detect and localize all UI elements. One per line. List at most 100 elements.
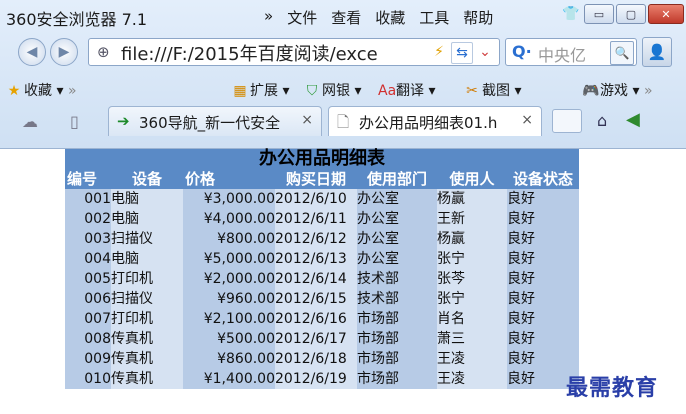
close-icon[interactable]: × bbox=[521, 112, 533, 128]
grid-icon: ▦ bbox=[233, 83, 247, 99]
column-header-status: 设备状态 bbox=[507, 169, 579, 189]
cell-department: 办公室 bbox=[357, 229, 437, 249]
cell-purchase-date: 2012/6/14 bbox=[275, 269, 357, 289]
search-input[interactable]: 中央亿 bbox=[538, 42, 608, 66]
user-icon: 👤 bbox=[647, 43, 667, 61]
chevron-down-icon[interactable]: ⌄ bbox=[475, 42, 495, 62]
search-engine-icon[interactable]: Q· bbox=[512, 42, 532, 61]
cell-department: 办公室 bbox=[357, 209, 437, 229]
menu-more-icon[interactable]: » bbox=[264, 7, 273, 28]
maximize-button[interactable]: ▢ bbox=[616, 4, 646, 24]
table-row: 010 传真机 ¥1,400.00 2012/6/19 市场部 王凌 良好 bbox=[65, 369, 579, 389]
table-title: 办公用品明细表 bbox=[65, 149, 579, 169]
cell-department: 市场部 bbox=[357, 329, 437, 349]
tab-360-navigation[interactable]: ➔ 360导航_新一代安全 × bbox=[108, 106, 322, 136]
cell-id: 008 bbox=[65, 329, 111, 349]
cell-status: 良好 bbox=[507, 209, 579, 229]
tab-bar: ☁ ▯ ➔ 360导航_新一代安全 × 🗋 办公用品明细表01.h × ⌂ ◀ bbox=[0, 103, 686, 137]
online-banking-menu[interactable]: ⛉ 网银 ▾ bbox=[304, 80, 362, 100]
menu-item-help[interactable]: 帮助 bbox=[463, 7, 493, 28]
translate-menu[interactable]: Aa翻译 ▾ bbox=[378, 80, 435, 100]
close-icon[interactable]: × bbox=[301, 112, 313, 128]
cell-department: 办公室 bbox=[357, 189, 437, 209]
cell-status: 良好 bbox=[507, 309, 579, 329]
cell-purchase-date: 2012/6/18 bbox=[275, 349, 357, 369]
url-text[interactable]: file:///F:/2015年百度阅读/exce bbox=[121, 40, 421, 66]
cell-id: 007 bbox=[65, 309, 111, 329]
address-bar[interactable]: ⊕ file:///F:/2015年百度阅读/exce ⚡ ⇆ ⌄ bbox=[88, 38, 500, 66]
search-box[interactable]: Q· 中央亿 🔍 bbox=[505, 38, 637, 66]
favorites-menu[interactable]: ★ 收藏 ▾ » bbox=[6, 80, 77, 100]
column-header-user: 使用人 bbox=[437, 169, 507, 189]
arrow-right-icon: ▶ bbox=[58, 44, 70, 60]
table-row: 008 传真机 ¥500.00 2012/6/17 市场部 萧三 良好 bbox=[65, 329, 579, 349]
compat-mode-icon[interactable]: ⇆ bbox=[451, 42, 473, 64]
scissors-icon: ✂ bbox=[466, 83, 478, 99]
cell-purchase-date: 2012/6/17 bbox=[275, 329, 357, 349]
title-bar: 360安全浏览器 7.1 » 文件 查看 收藏 工具 帮助 👕 ▭ ▢ ✕ bbox=[0, 0, 686, 32]
cell-status: 良好 bbox=[507, 189, 579, 209]
mobile-icon[interactable]: ▯ bbox=[70, 112, 79, 131]
table-row: 004 电脑 ¥5,000.00 2012/6/13 办公室 张宁 良好 bbox=[65, 249, 579, 269]
close-button[interactable]: ✕ bbox=[648, 4, 684, 24]
undo-arrow-icon[interactable]: ◀ bbox=[626, 109, 640, 130]
menu-item-tools[interactable]: 工具 bbox=[419, 7, 449, 28]
games-menu[interactable]: 🎮游戏 ▾ » bbox=[582, 80, 653, 100]
cell-user: 杨赢 bbox=[437, 189, 507, 209]
browser-chrome: 360安全浏览器 7.1 » 文件 查看 收藏 工具 帮助 👕 ▭ ▢ ✕ ◀ … bbox=[0, 0, 686, 149]
table-row: 001 电脑 ¥3,000.00 2012/6/10 办公室 杨赢 良好 bbox=[65, 189, 579, 209]
column-header-department: 使用部门 bbox=[357, 169, 437, 189]
cell-purchase-date: 2012/6/11 bbox=[275, 209, 357, 229]
back-button[interactable]: ◀ bbox=[18, 38, 46, 66]
cell-status: 良好 bbox=[507, 249, 579, 269]
extensions-menu[interactable]: ▦ 扩展 ▾ bbox=[232, 80, 289, 100]
cell-price: ¥800.00 bbox=[183, 229, 275, 249]
cell-price: ¥2,100.00 bbox=[183, 309, 275, 329]
lightning-icon[interactable]: ⚡ bbox=[429, 42, 449, 62]
globe-icon: ⊕ bbox=[97, 43, 110, 61]
cell-user: 萧三 bbox=[437, 329, 507, 349]
cell-id: 005 bbox=[65, 269, 111, 289]
menu-item-favorites[interactable]: 收藏 bbox=[375, 7, 405, 28]
search-button[interactable]: 🔍 bbox=[610, 41, 634, 65]
new-tab-button[interactable] bbox=[552, 109, 582, 133]
table-row: 006 扫描仪 ¥960.00 2012/6/15 技术部 张宁 良好 bbox=[65, 289, 579, 309]
shirt-icon[interactable]: 👕 bbox=[562, 6, 579, 22]
tab-label: 360导航_新一代安全 bbox=[139, 114, 281, 132]
cell-id: 009 bbox=[65, 349, 111, 369]
translate-icon: Aa bbox=[378, 83, 397, 99]
account-button[interactable]: 👤 bbox=[642, 37, 672, 67]
cell-price: ¥4,000.00 bbox=[183, 209, 275, 229]
cell-user: 杨赢 bbox=[437, 229, 507, 249]
minimize-button[interactable]: ▭ bbox=[584, 4, 614, 24]
cell-department: 市场部 bbox=[357, 309, 437, 329]
forward-button[interactable]: ▶ bbox=[50, 38, 78, 66]
cell-user: 张芩 bbox=[437, 269, 507, 289]
cell-device: 电脑 bbox=[111, 249, 183, 269]
cell-status: 良好 bbox=[507, 289, 579, 309]
cell-purchase-date: 2012/6/13 bbox=[275, 249, 357, 269]
cell-device: 电脑 bbox=[111, 209, 183, 229]
cell-status: 良好 bbox=[507, 349, 579, 369]
cell-device: 传真机 bbox=[111, 369, 183, 389]
cell-department: 技术部 bbox=[357, 269, 437, 289]
cloud-icon[interactable]: ☁ bbox=[22, 112, 38, 131]
cell-id: 010 bbox=[65, 369, 111, 389]
table-row: 007 打印机 ¥2,100.00 2012/6/16 市场部 肖名 良好 bbox=[65, 309, 579, 329]
menu-item-view[interactable]: 查看 bbox=[331, 7, 361, 28]
cell-id: 006 bbox=[65, 289, 111, 309]
home-icon[interactable]: ⌂ bbox=[597, 111, 607, 130]
cell-device: 打印机 bbox=[111, 269, 183, 289]
screenshot-menu[interactable]: ✂ 截图 ▾ bbox=[464, 80, 521, 100]
cell-price: ¥3,000.00 bbox=[183, 189, 275, 209]
cell-user: 张宁 bbox=[437, 289, 507, 309]
table-row: 009 传真机 ¥860.00 2012/6/18 市场部 王凌 良好 bbox=[65, 349, 579, 369]
cell-device: 传真机 bbox=[111, 349, 183, 369]
cell-id: 004 bbox=[65, 249, 111, 269]
tab-office-supplies[interactable]: 🗋 办公用品明细表01.h × bbox=[328, 106, 542, 136]
cell-purchase-date: 2012/6/19 bbox=[275, 369, 357, 389]
menu-item-file[interactable]: 文件 bbox=[287, 7, 317, 28]
office-supplies-table: 办公用品明细表 编号 设备 价格 购买日期 使用部门 使用人 设备状态 001 电… bbox=[65, 149, 579, 389]
cell-purchase-date: 2012/6/10 bbox=[275, 189, 357, 209]
cell-device: 传真机 bbox=[111, 329, 183, 349]
